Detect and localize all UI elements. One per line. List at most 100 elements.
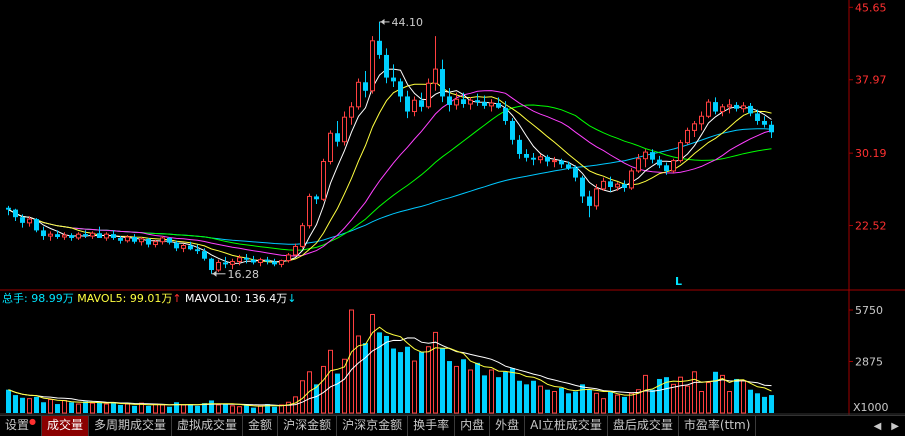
candle-body [447, 96, 452, 105]
candle [132, 234, 137, 244]
candle-body [608, 181, 613, 188]
candle-body [279, 260, 284, 265]
candle [251, 255, 256, 265]
volume-bar [552, 391, 557, 414]
candle-body [419, 100, 424, 107]
candle-body [153, 241, 158, 246]
volume-bar [608, 391, 613, 413]
tab-label: 多周期成交量 [94, 418, 167, 432]
candle-body [90, 232, 95, 237]
ma60-line [8, 128, 772, 245]
volume-bar [13, 395, 18, 413]
marker-letter: L [675, 275, 682, 288]
volume-bar [587, 389, 592, 413]
volume-bar [251, 407, 256, 413]
candle-body [566, 164, 571, 169]
candle-body [195, 249, 200, 252]
volume-bar [195, 405, 200, 413]
candle-body [573, 168, 578, 178]
candle-body [167, 237, 172, 243]
candle [503, 101, 508, 125]
candle-body [510, 120, 515, 140]
candle-body [258, 259, 263, 263]
candle-body [643, 151, 648, 160]
candle-body [13, 209, 18, 218]
tab-7[interactable]: 换手率 [408, 416, 456, 436]
volume-bar [720, 374, 725, 414]
indicator-tab-bar: 设置● 成交量 多周期成交量 虚拟成交量 金额 沪深金额 沪深京金额 换手率 内盘 外盘 AI立桩成… [0, 415, 905, 436]
volume-bar [272, 406, 277, 413]
volume-bar [244, 404, 249, 413]
candle [405, 90, 410, 119]
candle-body [727, 104, 732, 108]
tab-label: 市盈率(ttm) [683, 418, 751, 432]
candle [692, 120, 697, 138]
candle [48, 231, 53, 241]
volume-bar [580, 384, 585, 413]
volume-bar [132, 405, 137, 413]
volume-bar [545, 389, 550, 413]
candle-body [461, 99, 466, 104]
candle-body [482, 102, 487, 106]
volume-bar [370, 313, 375, 414]
tab-6[interactable]: 沪深京金额 [337, 416, 409, 436]
candle-body [76, 233, 81, 239]
tab-11[interactable]: 盘后成交量 [608, 416, 679, 436]
volume-bar [671, 383, 676, 414]
tab-9[interactable]: 外盘 [490, 416, 526, 436]
candle-body [713, 102, 718, 112]
volume-bar [174, 402, 179, 413]
candle-body [181, 244, 186, 249]
candle [678, 139, 683, 163]
volume-bar [755, 393, 760, 413]
volume-bar [741, 380, 746, 414]
legend-arrow: ↓ [287, 292, 296, 305]
tab-10[interactable]: AI立桩成交量 [525, 416, 608, 436]
legend-name: MAVOL10: [182, 292, 245, 305]
volume-bar [384, 335, 389, 413]
tab-label: 外盘 [495, 418, 520, 432]
candle-body [293, 245, 298, 256]
tab-5[interactable]: 沪深金额 [278, 416, 338, 436]
volume-bar [328, 349, 333, 414]
candle [300, 222, 305, 249]
settings-dot-icon: ● [29, 417, 36, 426]
candle-body [48, 233, 53, 237]
tab-8[interactable]: 内盘 [455, 416, 491, 436]
volume-bar [510, 368, 515, 413]
tab-2[interactable]: 多周期成交量 [89, 416, 173, 436]
candle [727, 99, 732, 114]
candle-body [321, 161, 326, 200]
tab-1[interactable]: 成交量 [42, 416, 90, 436]
candle [433, 36, 438, 91]
candle-body [552, 160, 557, 163]
tab-4[interactable]: 金额 [243, 416, 279, 436]
candle-body [146, 238, 151, 245]
candle [587, 190, 592, 218]
candle-body [524, 153, 529, 158]
candle [160, 236, 165, 245]
arrow-right-icon[interactable]: ▶ [891, 421, 899, 432]
volume-bar [349, 309, 354, 414]
volume-bar [27, 398, 32, 414]
candle-body [125, 236, 130, 242]
tab-3[interactable]: 虚拟成交量 [172, 416, 244, 436]
volume-bar [650, 389, 655, 413]
tab-0[interactable]: 设置● [0, 416, 42, 436]
volume-bar [335, 373, 340, 413]
volume-bar [566, 393, 571, 413]
candle-body [244, 257, 249, 260]
ma5-line [8, 68, 772, 264]
candle-body [118, 237, 123, 241]
volume-bar [706, 382, 711, 414]
candle [524, 149, 529, 162]
arrow-left-icon[interactable]: ◀ [874, 421, 882, 432]
candle-body [496, 103, 501, 108]
volume-bar [643, 374, 648, 414]
tab-12[interactable]: 市盈率(ttm) [679, 416, 757, 436]
volume-bar [363, 343, 368, 413]
legend-arrow: ↑ [172, 292, 181, 305]
candle-body [734, 104, 739, 109]
candle [538, 153, 543, 164]
volume-bar [713, 371, 718, 413]
